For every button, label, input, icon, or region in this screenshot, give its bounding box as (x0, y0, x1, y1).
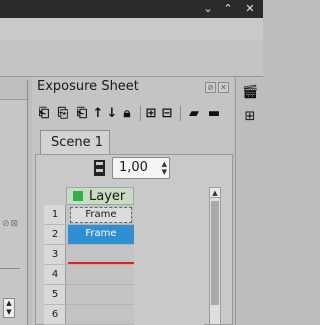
right-sidebar: 🎬︎ ⊞ (235, 77, 263, 325)
toolbar-strip (0, 40, 263, 77)
exposure-sheet-panel: Exposure Sheet ⊘ ✕ ⎗ ⎘ ⎗ ↑ ↓ 🔒︎ ⊞ ⊟ ▰ ▬ … (32, 77, 233, 325)
panel-close-icon[interactable]: ✕ (218, 82, 229, 93)
panel-title: Exposure Sheet (37, 79, 139, 94)
left-panel-window-controls[interactable]: ⊘⊠ (2, 219, 19, 229)
frame-cell[interactable]: Frame (70, 207, 132, 223)
left-panel-spinner[interactable]: ▲ ▼ (3, 298, 15, 318)
move-up-icon[interactable]: ↑ (92, 105, 104, 122)
row-number: 5 (44, 285, 66, 305)
table-row[interactable] (66, 285, 134, 305)
table-row[interactable] (66, 305, 134, 325)
frame-rate-spinner[interactable]: ▲ ▼ (162, 160, 167, 176)
table-row[interactable]: Frame (66, 205, 134, 225)
scrollbar-thumb[interactable] (211, 201, 219, 305)
table-row[interactable] (66, 265, 134, 285)
clapperboard-icon[interactable]: 🎬︎ (242, 85, 259, 101)
table-row[interactable] (66, 245, 134, 265)
lock-icon[interactable]: 🔒︎ (120, 105, 134, 122)
left-panel: ⊘⊠ ▲ ▼ (0, 80, 28, 325)
table-row[interactable]: Frame (66, 225, 134, 245)
row-number: 1 (44, 205, 66, 225)
frame-rate-field[interactable]: 1,00 ▲ ▼ (112, 157, 170, 179)
row-number-column: 1 2 3 4 5 6 (44, 205, 66, 325)
row-number: 3 (44, 245, 66, 265)
film-strip-icon (94, 160, 105, 176)
tab-scene-1[interactable]: Scene 1 (40, 130, 110, 155)
layer-cells-column: Frame Frame (66, 205, 134, 325)
close-button[interactable]: ✕ (242, 1, 258, 17)
new-level-alt-icon[interactable]: ⎘ (54, 105, 72, 122)
scroll-up-icon[interactable]: ▲ (210, 188, 220, 198)
toolbar-separator (180, 106, 181, 121)
row-number: 2 (44, 225, 66, 245)
add-frame-icon[interactable]: ⊞ (144, 105, 158, 122)
frame-cell-selected[interactable]: Frame (68, 225, 134, 244)
move-down-icon[interactable]: ↓ (106, 105, 118, 122)
divider (0, 268, 20, 269)
select-cursor-icon[interactable]: ⊞ (242, 109, 258, 125)
new-level-tri-icon[interactable]: ⎗ (74, 105, 90, 122)
layer-color-swatch (73, 191, 83, 201)
add-folder-icon[interactable]: ▰ (185, 105, 203, 122)
panel-float-icon[interactable]: ⊘ (205, 82, 216, 93)
left-panel-header (0, 80, 27, 100)
minimize-button[interactable]: ⌄ (200, 1, 216, 17)
new-level-icon[interactable]: ⎗ (36, 105, 52, 122)
layer-column-header[interactable]: Layer 1 (66, 187, 134, 221)
window-titlebar: ⌄ ⌃ ✕ (0, 0, 263, 18)
menu-strip (0, 18, 263, 40)
row-number: 6 (44, 305, 66, 325)
exposure-grid: Layer 1 1 2 3 4 5 6 Frame Frame (44, 187, 210, 325)
maximize-button[interactable]: ⌃ (220, 1, 236, 17)
row-number: 4 (44, 265, 66, 285)
remove-frame-icon[interactable]: ⊟ (160, 105, 174, 122)
toolbar-separator (140, 106, 141, 121)
empty-column-area (134, 187, 204, 325)
remove-folder-icon[interactable]: ▬ (205, 105, 223, 122)
frame-rate-value: 1,00 (119, 160, 148, 175)
vertical-scrollbar[interactable]: ▲ (209, 187, 221, 325)
